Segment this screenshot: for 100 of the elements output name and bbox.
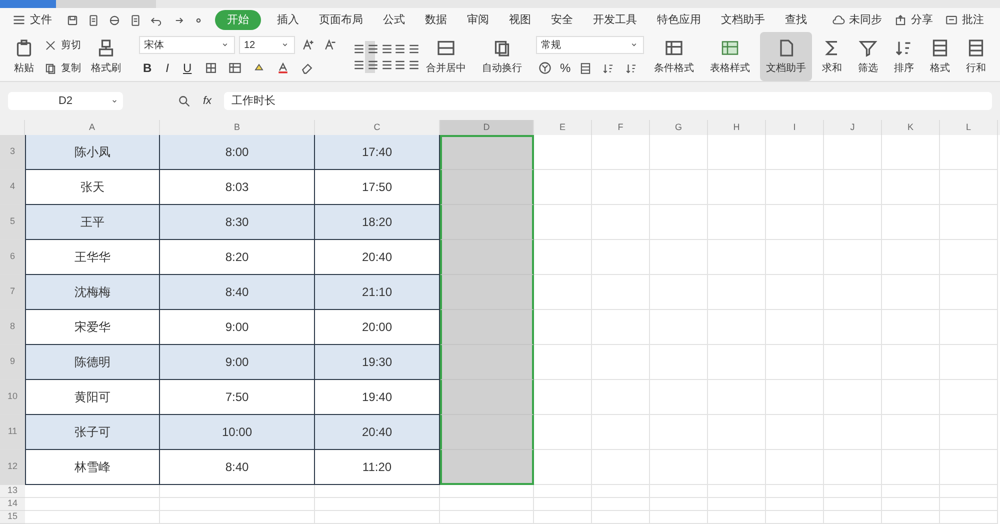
document-icon — [129, 14, 142, 26]
column-header[interactable]: G — [650, 120, 708, 135]
empty-cell — [940, 240, 998, 275]
column-header[interactable]: F — [592, 120, 650, 135]
empty-cell — [824, 275, 882, 310]
column-header[interactable]: H — [708, 120, 766, 135]
table-cell: 20:40 — [315, 415, 440, 450]
table-cell: 张天 — [25, 170, 160, 205]
empty-cell — [592, 450, 650, 485]
ribbon-tab[interactable]: 数据 — [417, 10, 455, 30]
grow-font-icon — [301, 38, 315, 52]
empty-cell — [824, 485, 882, 498]
share-button[interactable]: 分享 — [890, 12, 937, 28]
empty-cell — [882, 240, 940, 275]
empty-cell — [650, 275, 708, 310]
ribbon-tab[interactable]: 公式 — [375, 10, 413, 30]
align-button[interactable] — [364, 40, 375, 56]
column-header[interactable]: J — [824, 120, 882, 135]
ribbon-tab[interactable]: 插入 — [269, 10, 307, 30]
bold-button[interactable]: B — [139, 59, 156, 77]
formula-field[interactable]: 工作时长 — [224, 92, 992, 110]
column-header[interactable]: K — [882, 120, 940, 135]
ribbon-tab[interactable]: 安全 — [543, 10, 581, 30]
paste-button[interactable]: 粘贴 — [8, 32, 40, 81]
font-size-field[interactable]: 12 — [239, 36, 295, 54]
document-assistant-button[interactable]: 文档助手 — [760, 32, 812, 81]
empty-cell — [766, 135, 824, 170]
empty-cell — [766, 450, 824, 485]
empty-cell — [882, 450, 940, 485]
cut-icon — [44, 38, 57, 52]
empty-cell — [882, 310, 940, 345]
empty-cell — [708, 275, 766, 310]
ribbon-tab[interactable]: 页面布局 — [311, 10, 371, 30]
empty-cell — [708, 345, 766, 380]
number-format-field[interactable]: 常规 — [536, 36, 644, 54]
align-button[interactable] — [364, 56, 375, 72]
empty-cell — [824, 380, 882, 415]
merge-button[interactable]: 合并居中 — [420, 32, 472, 81]
menu-icon — [12, 13, 26, 27]
filter-button[interactable]: 筛选 — [852, 32, 884, 81]
sum-button[interactable]: 求和 — [816, 32, 848, 81]
format-painter-button[interactable]: 格式刷 — [85, 32, 127, 81]
ribbon-tab[interactable]: 文档助手 — [713, 10, 773, 30]
empty-cell — [882, 170, 940, 205]
table-cell: 8:40 — [160, 275, 315, 310]
ribbon-tab[interactable]: 视图 — [501, 10, 539, 30]
ribbon-tab[interactable]: 开发工具 — [585, 10, 645, 30]
name-box[interactable]: D2 — [8, 92, 123, 110]
sort-button[interactable]: 排序 — [888, 32, 920, 81]
conditional-format-button[interactable]: 条件格式 — [648, 32, 700, 81]
empty-cell — [824, 310, 882, 345]
font-family-field[interactable]: 宋体 — [139, 36, 235, 54]
empty-cell — [940, 135, 998, 170]
empty-cell — [650, 240, 708, 275]
column-header[interactable]: D — [440, 120, 534, 135]
clear-icon — [300, 61, 314, 75]
table-cell: 宋爱华 — [25, 310, 160, 345]
underline-button[interactable]: U — [179, 59, 196, 77]
wrap-text-button[interactable]: 自动换行 — [476, 32, 528, 81]
table-cell: 20:40 — [315, 240, 440, 275]
currency-button[interactable] — [536, 59, 554, 77]
empty-cell — [940, 485, 998, 498]
empty-cell — [940, 170, 998, 205]
paste-icon — [14, 38, 34, 58]
file-menu[interactable]: 文件 — [30, 12, 52, 28]
empty-cell — [534, 485, 592, 498]
column-header[interactable]: E — [534, 120, 592, 135]
percent-button[interactable]: % — [560, 59, 571, 77]
format-button[interactable]: 格式 — [924, 32, 956, 81]
sync-button[interactable]: 未同步 — [828, 12, 886, 28]
empty-cell — [708, 310, 766, 345]
empty-cell — [940, 345, 998, 380]
empty-cell — [592, 380, 650, 415]
row-header[interactable]: 13 — [0, 485, 25, 498]
ribbon-tab[interactable]: 审阅 — [459, 10, 497, 30]
empty-cell — [824, 205, 882, 240]
ribbon-tab[interactable]: 查找 — [777, 10, 815, 30]
italic-button[interactable]: I — [162, 59, 174, 77]
comment-button[interactable]: 批注 — [941, 12, 988, 28]
rows-columns-button[interactable]: 行和 — [960, 32, 992, 81]
empty-cell — [708, 135, 766, 170]
fx-label[interactable]: fx — [203, 92, 212, 110]
empty-cell — [592, 240, 650, 275]
empty-cell — [708, 485, 766, 498]
row-header[interactable]: 15 — [0, 511, 25, 524]
table-cell: 张子可 — [25, 415, 160, 450]
empty-cell — [708, 170, 766, 205]
empty-cell — [592, 205, 650, 240]
table-cell: 陈小凤 — [25, 135, 160, 170]
empty-cell — [824, 345, 882, 380]
copy-button[interactable]: 复制 — [44, 60, 81, 76]
cut-button[interactable]: 剪切 — [44, 38, 81, 52]
table-style-button[interactable]: 表格样式 — [704, 32, 756, 81]
row-header[interactable]: 14 — [0, 498, 25, 511]
share-icon — [894, 14, 907, 26]
ribbon-tab[interactable]: 特色应用 — [649, 10, 709, 30]
column-header[interactable]: L — [940, 120, 998, 135]
column-header[interactable]: I — [766, 120, 824, 135]
empty-cell — [650, 415, 708, 450]
empty-cell — [766, 205, 824, 240]
